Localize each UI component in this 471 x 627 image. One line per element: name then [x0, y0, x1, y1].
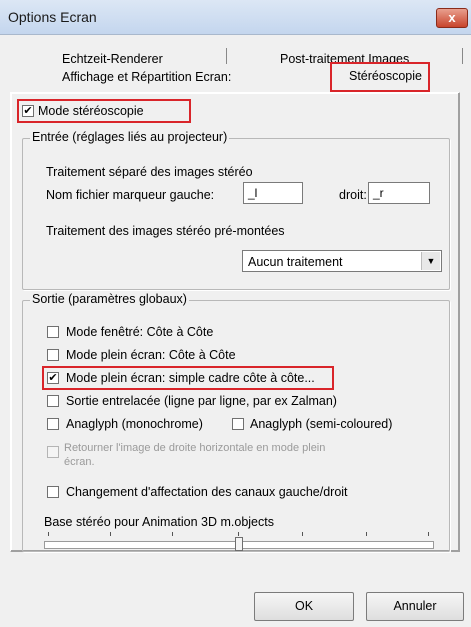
stereo-mode-label: Mode stéréoscopie — [38, 104, 144, 118]
ok-button[interactable]: OK — [254, 592, 354, 621]
anaglyph-mono-label: Anaglyph (monochrome) — [66, 417, 203, 431]
tab-divider — [226, 48, 227, 64]
channel-swap-label: Changement d'affectation des canaux gauc… — [66, 485, 348, 499]
interlaced-checkbox[interactable] — [47, 395, 59, 407]
anaglyph-mono-checkbox[interactable] — [47, 418, 59, 430]
anaglyph-semi-checkbox[interactable] — [232, 418, 244, 430]
tab-affichage[interactable]: Affichage et Répartition Ecran: — [62, 70, 231, 84]
title-bar: Options Ecran x — [0, 0, 471, 35]
separate-processing-label: Traitement séparé des images stéréo — [46, 165, 253, 179]
anaglyph-semi-label: Anaglyph (semi-coloured) — [250, 417, 393, 431]
tab-divider — [462, 48, 463, 64]
flip-right-label-line2: écran. — [64, 456, 95, 468]
slider-thumb[interactable] — [235, 537, 243, 551]
slider-tick — [428, 532, 429, 536]
slider-tick — [110, 532, 111, 536]
slider-tick — [48, 532, 49, 536]
stereo-mode-checkbox[interactable]: ✔ — [22, 105, 34, 117]
output-group-legend: Sortie (paramètres globaux) — [30, 292, 189, 306]
tab-echtzeit-renderer[interactable]: Echtzeit-Renderer — [62, 52, 163, 66]
interlaced-label: Sortie entrelacée (ligne par ligne, par … — [66, 394, 337, 408]
flip-right-label-line1: Retourner l'image de droite horizontale … — [64, 442, 326, 454]
slider-tick — [238, 532, 239, 536]
close-icon: x — [448, 10, 456, 25]
right-marker-label: droit: — [339, 188, 367, 202]
window-title: Options Ecran — [8, 9, 97, 25]
windowed-sbs-checkbox[interactable] — [47, 326, 59, 338]
slider-tick — [172, 532, 173, 536]
left-marker-label: Nom fichier marqueur gauche: — [46, 188, 215, 202]
tab-stereoscopie[interactable]: Stéréoscopie — [330, 62, 430, 92]
flip-right-checkbox — [47, 446, 59, 458]
left-marker-input[interactable]: _l — [243, 182, 303, 204]
cancel-button[interactable]: Annuler — [366, 592, 464, 621]
single-frame-label: Mode plein écran: simple cadre côte à cô… — [66, 371, 315, 385]
single-frame-checkbox[interactable]: ✔ — [47, 372, 59, 384]
tab-stereoscopie-label: Stéréoscopie — [349, 69, 422, 83]
close-button[interactable]: x — [436, 8, 468, 28]
stereo-base-slider[interactable] — [44, 532, 434, 552]
premounted-label: Traitement des images stéréo pré-montées — [46, 224, 285, 238]
chevron-down-icon: ▼ — [421, 252, 440, 270]
premounted-select[interactable]: Aucun traitement ▼ — [242, 250, 442, 272]
input-group-legend: Entrée (réglages liés au projecteur) — [30, 130, 230, 144]
slider-tick — [302, 532, 303, 536]
premounted-select-value: Aucun traitement — [248, 255, 343, 269]
slider-tick — [366, 532, 367, 536]
fullscreen-sbs-label: Mode plein écran: Côte à Côte — [66, 348, 236, 362]
fullscreen-sbs-checkbox[interactable] — [47, 349, 59, 361]
windowed-sbs-label: Mode fenêtré: Côte à Côte — [66, 325, 214, 339]
right-marker-input[interactable]: _r — [368, 182, 430, 204]
channel-swap-checkbox[interactable] — [47, 486, 59, 498]
stereo-base-label: Base stéréo pour Animation 3D m.objects — [44, 515, 274, 529]
